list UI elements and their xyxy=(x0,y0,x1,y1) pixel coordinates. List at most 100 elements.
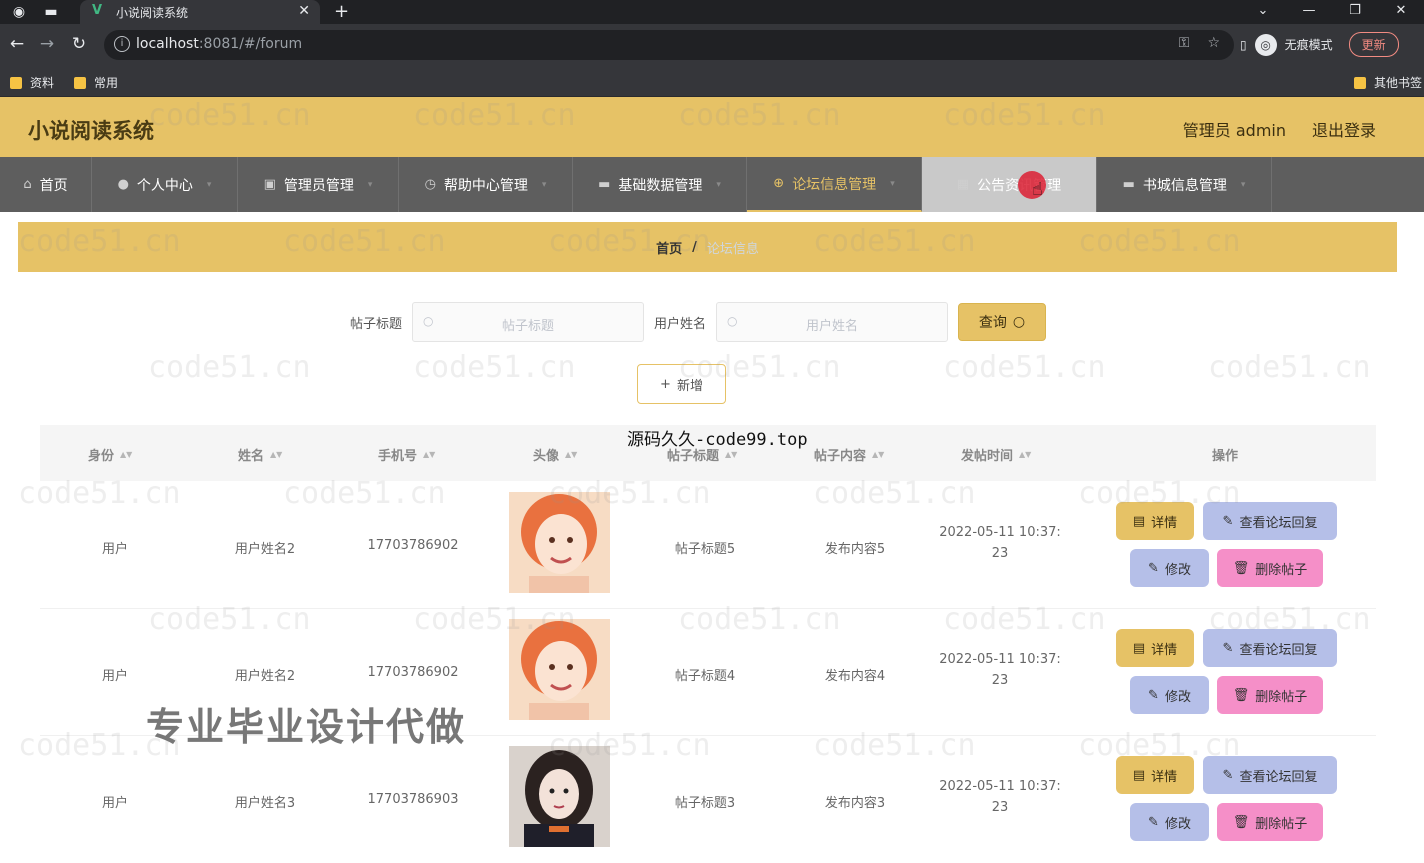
nav-basic-data[interactable]: ▬基础数据管理▾ xyxy=(573,157,747,212)
sort-icon[interactable]: ▲▼ xyxy=(872,452,884,458)
other-bookmarks[interactable]: 其他书签 xyxy=(1354,74,1422,91)
detail-button[interactable]: ▤详情 xyxy=(1116,629,1194,667)
folder-icon xyxy=(10,77,22,89)
search-icon: ○ xyxy=(1013,314,1025,330)
browser-tab-bar: ◉ ▬ V 小说阅读系统 ✕ + ⌄ — ❐ ✕ xyxy=(0,0,1424,24)
query-button[interactable]: 查询○ xyxy=(958,303,1046,341)
cell-role: 用户 xyxy=(90,665,140,684)
side-panel-icon[interactable]: ▯ xyxy=(1240,38,1247,52)
post-title-input[interactable]: ○ 帖子标题 xyxy=(412,302,644,342)
col-phone[interactable]: 手机号▲▼ xyxy=(378,445,435,464)
chevron-down-icon: ▾ xyxy=(542,180,547,190)
nav-bookstore-info[interactable]: ▬书城信息管理▾ xyxy=(1097,157,1272,212)
breadcrumb: 首页 / 论坛信息 xyxy=(18,222,1397,272)
key-icon[interactable]: ⚿ xyxy=(1179,35,1190,51)
chevron-down-icon: ▾ xyxy=(716,180,721,190)
tab-title: 小说阅读系统 xyxy=(116,4,188,21)
cell-role: 用户 xyxy=(90,538,140,557)
cell-post-time: 2022-05-11 10:37:23 xyxy=(935,525,1065,568)
view-replies-button[interactable]: ✎查看论坛回复 xyxy=(1203,629,1337,667)
cell-name: 用户姓名3 xyxy=(220,792,310,811)
cell-name: 用户姓名2 xyxy=(220,538,310,557)
forward-icon[interactable]: → xyxy=(36,34,58,54)
detail-button[interactable]: ▤详情 xyxy=(1116,502,1194,540)
update-button[interactable]: 更新 xyxy=(1349,32,1399,57)
delete-button[interactable]: 🗑删除帖子 xyxy=(1217,803,1323,841)
detail-button[interactable]: ▤详情 xyxy=(1116,756,1194,794)
cell-role: 用户 xyxy=(90,792,140,811)
close-tab-icon[interactable]: ✕ xyxy=(298,3,310,19)
document-icon: ▤ xyxy=(1133,514,1145,529)
search-form: 帖子标题 ○ 帖子标题 用户姓名 ○ 用户姓名 查询○ xyxy=(350,302,1046,342)
col-post-content[interactable]: 帖子内容▲▼ xyxy=(814,445,884,464)
folder-icon xyxy=(1354,77,1366,89)
site-info-icon[interactable]: i xyxy=(114,36,130,52)
reload-icon[interactable]: ↻ xyxy=(68,34,90,54)
cell-post-title: 帖子标题4 xyxy=(660,665,750,684)
app-title: 小说阅读系统 xyxy=(28,115,154,145)
chevron-down-icon: ▾ xyxy=(368,180,373,190)
window-icon[interactable]: ▬ xyxy=(42,3,60,21)
browser-tab[interactable]: V 小说阅读系统 ✕ xyxy=(80,0,320,24)
sort-icon[interactable]: ▲▼ xyxy=(1019,452,1031,458)
edit-icon: ✎ xyxy=(1148,688,1159,703)
nav-help-center[interactable]: ◷帮助中心管理▾ xyxy=(399,157,573,212)
col-name[interactable]: 姓名▲▼ xyxy=(238,445,282,464)
cell-post-title: 帖子标题3 xyxy=(660,792,750,811)
user-name-input[interactable]: ○ 用户姓名 xyxy=(716,302,948,342)
cell-name: 用户姓名2 xyxy=(220,665,310,684)
nav-admin-manage[interactable]: ▣管理员管理▾ xyxy=(238,157,399,212)
col-role[interactable]: 身份▲▼ xyxy=(88,445,132,464)
edit-button[interactable]: ✎修改 xyxy=(1130,549,1209,587)
back-icon[interactable]: ← xyxy=(6,34,28,54)
user-name-placeholder: 用户姓名 xyxy=(717,315,947,334)
col-avatar[interactable]: 头像▲▼ xyxy=(533,445,577,464)
edit-icon: ✎ xyxy=(1223,768,1234,783)
avatar-image xyxy=(509,619,610,720)
edit-button[interactable]: ✎修改 xyxy=(1130,676,1209,714)
sort-icon[interactable]: ▲▼ xyxy=(423,452,435,458)
main-nav: ⌂首页 ●个人中心▾ ▣管理员管理▾ ◷帮助中心管理▾ ▬基础数据管理▾ ⊕论坛… xyxy=(0,157,1424,212)
add-button[interactable]: +新增 xyxy=(637,364,726,404)
globe-icon[interactable]: ◉ xyxy=(10,3,28,21)
url-field[interactable]: i localhost:8081/#/forum ⚿ ☆ xyxy=(104,30,1234,60)
tab-search-icon[interactable]: ⌄ xyxy=(1240,0,1286,24)
close-window-icon[interactable]: ✕ xyxy=(1378,0,1424,24)
bookmark-folder-1[interactable]: 资料 xyxy=(10,74,54,91)
bookmarks-bar: 资料 常用 其他书签 xyxy=(0,66,1424,97)
app-header: 小说阅读系统 管理员 admin 退出登录 xyxy=(0,97,1424,157)
sort-icon[interactable]: ▲▼ xyxy=(725,452,737,458)
cell-phone: 17703786903 xyxy=(358,792,468,807)
cell-post-title: 帖子标题5 xyxy=(660,538,750,557)
breadcrumb-home[interactable]: 首页 xyxy=(656,238,682,257)
cell-post-content: 发布内容3 xyxy=(810,792,900,811)
logout-link[interactable]: 退出登录 xyxy=(1312,117,1376,141)
cell-post-content: 发布内容5 xyxy=(810,538,900,557)
sort-icon[interactable]: ▲▼ xyxy=(565,452,577,458)
nav-forum-info[interactable]: ⊕论坛信息管理▾ xyxy=(747,157,922,212)
post-title-placeholder: 帖子标题 xyxy=(413,315,643,334)
pointer-hand-icon: ☝ xyxy=(1032,179,1043,200)
delete-button[interactable]: 🗑删除帖子 xyxy=(1217,676,1323,714)
nav-personal-center[interactable]: ●个人中心▾ xyxy=(92,157,238,212)
nav-announcements[interactable]: ▦公告资讯管理 ☝ xyxy=(922,157,1097,212)
nav-home[interactable]: ⌂首页 xyxy=(0,157,92,212)
restore-icon[interactable]: ❐ xyxy=(1332,0,1378,24)
delete-button[interactable]: 🗑删除帖子 xyxy=(1217,549,1323,587)
user-icon: ● xyxy=(118,177,129,192)
col-post-time[interactable]: 发帖时间▲▼ xyxy=(961,445,1031,464)
sort-icon[interactable]: ▲▼ xyxy=(120,452,132,458)
view-replies-button[interactable]: ✎查看论坛回复 xyxy=(1203,502,1337,540)
trash-icon: 🗑 xyxy=(1233,815,1250,830)
table-row: 用户 用户姓名2 17703786902 帖子标题5 发布内容5 2022-05… xyxy=(40,482,1376,609)
bookmark-folder-2[interactable]: 常用 xyxy=(74,74,118,91)
new-tab-icon[interactable]: + xyxy=(334,1,349,22)
incognito-label: 无痕模式 xyxy=(1285,36,1333,53)
home-icon: ⌂ xyxy=(23,177,31,192)
view-replies-button[interactable]: ✎查看论坛回复 xyxy=(1203,756,1337,794)
minimize-icon[interactable]: — xyxy=(1286,0,1332,24)
edit-button[interactable]: ✎修改 xyxy=(1130,803,1209,841)
user-name-label: 用户姓名 xyxy=(654,313,706,332)
sort-icon[interactable]: ▲▼ xyxy=(270,452,282,458)
star-icon[interactable]: ☆ xyxy=(1207,35,1220,51)
